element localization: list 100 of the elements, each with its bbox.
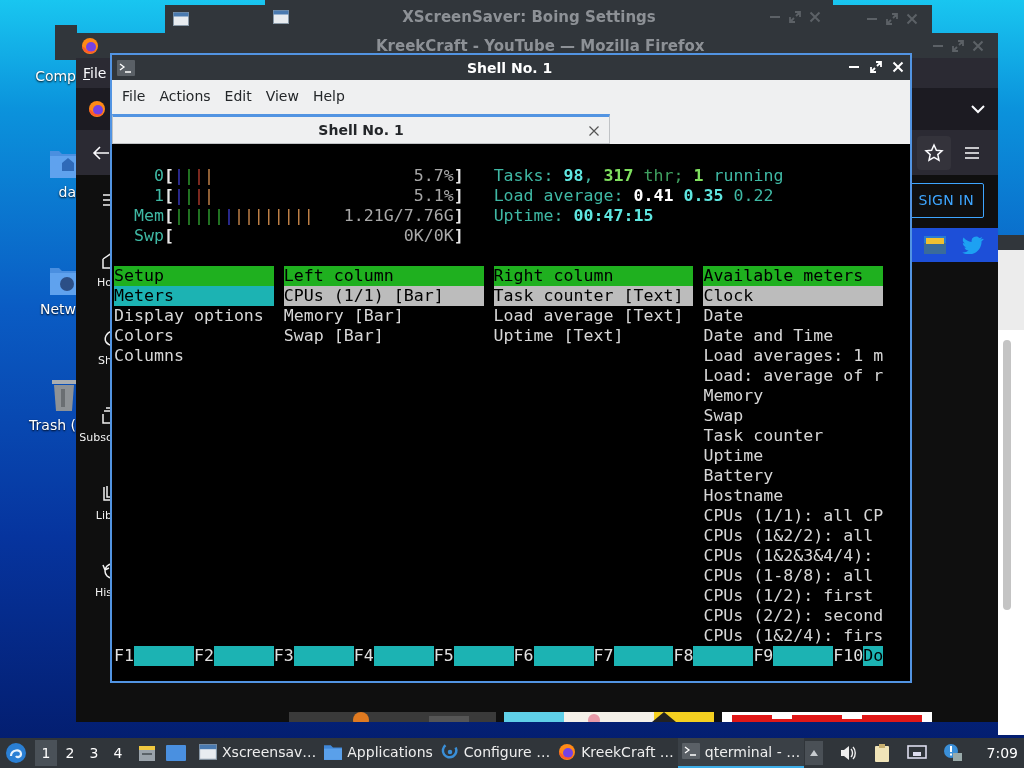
- function-key[interactable]: F10: [833, 646, 864, 666]
- menu-item[interactable]: View: [259, 85, 305, 107]
- taskbar-button[interactable]: Configure …: [436, 738, 555, 768]
- panel-item[interactable]: Memory: [703, 386, 884, 406]
- sidebar-icon[interactable]: [102, 484, 112, 502]
- summary-line: Uptime: 00:47:15: [493, 206, 655, 226]
- taskbar-button[interactable]: Applications: [320, 738, 437, 768]
- desktop-icon-label[interactable]: Netw: [39, 299, 76, 320]
- panel-item[interactable]: CPUs (1&2/2): all: [703, 526, 884, 546]
- image-icon: [924, 236, 946, 254]
- panel-item[interactable]: CPUs (1-8/8): all: [703, 566, 884, 586]
- scrollbar-thumb[interactable]: [1003, 340, 1011, 610]
- menu-item[interactable]: File: [116, 85, 152, 107]
- function-key[interactable]: F2: [193, 646, 214, 666]
- tray-expand-button[interactable]: [804, 741, 823, 765]
- app-icon: [81, 36, 99, 55]
- function-key[interactable]: F9: [753, 646, 774, 666]
- app-icon: [558, 743, 577, 761]
- panel-item[interactable]: CPUs (1&2&3&4/4):: [703, 546, 884, 566]
- panel-header: Left column: [283, 266, 484, 286]
- start-menu-icon[interactable]: [5, 742, 27, 764]
- taskbar-button[interactable]: KreekCraft …: [554, 738, 678, 768]
- panel-item[interactable]: Task counter [Text]: [493, 286, 694, 306]
- panel-item[interactable]: Swap: [703, 406, 884, 426]
- function-key[interactable]: F1: [114, 646, 134, 666]
- panel-item[interactable]: Columns: [114, 346, 274, 366]
- panel-item[interactable]: Colors: [114, 326, 274, 346]
- menu-item[interactable]: Actions: [153, 85, 217, 107]
- clock[interactable]: 7:09: [986, 742, 1018, 764]
- tab-favicon-icon: [88, 100, 106, 118]
- workspace-button[interactable]: 1: [35, 740, 57, 766]
- desktop-icon[interactable]: [165, 743, 187, 763]
- function-key-label[interactable]: Do: [863, 646, 884, 666]
- window-icon: [173, 12, 189, 26]
- desktop-icon-label[interactable]: Trash (: [29, 415, 76, 436]
- panel-item[interactable]: Hostname: [703, 486, 884, 506]
- function-key[interactable]: F5: [433, 646, 454, 666]
- panel-item[interactable]: Load averages: 1 m: [703, 346, 884, 366]
- panel-item[interactable]: Uptime [Text]: [493, 326, 694, 346]
- volume-icon[interactable]: [838, 744, 857, 762]
- panel-item[interactable]: CPUs (1&2/4): firs: [703, 626, 884, 646]
- bird-icon[interactable]: [962, 236, 984, 254]
- panel-item[interactable]: Load: average of r: [703, 366, 884, 386]
- panel-header: Right column: [493, 266, 694, 286]
- meter-line: Mem[|||||||||||||| 1.21G/7.76G]: [132, 206, 465, 226]
- terminal-tab[interactable]: Shell No. 1: [112, 114, 610, 144]
- back-arrow-icon[interactable]: [92, 144, 110, 161]
- panel-item[interactable]: CPUs (1/1): all CP: [703, 506, 884, 526]
- sidebar-icon[interactable]: [102, 407, 112, 424]
- menu-item[interactable]: Edit: [218, 85, 258, 107]
- desktop-icon-label[interactable]: da: [58, 182, 76, 203]
- terminal-icon: [681, 743, 700, 761]
- summary-line: Tasks: 98, 317 thr; 1 running: [493, 166, 784, 186]
- window-title: XScreenSaver: Boing Settings: [402, 6, 656, 28]
- panel-item[interactable]: Meters: [114, 286, 274, 306]
- file-cabinet-icon[interactable]: [137, 743, 157, 763]
- function-key-label[interactable]: [613, 646, 674, 666]
- panel-item[interactable]: Date and Time: [703, 326, 884, 346]
- function-key[interactable]: F4: [353, 646, 374, 666]
- clock-icon[interactable]: [102, 562, 112, 579]
- panel-item[interactable]: Task counter: [703, 426, 884, 446]
- meter-line: Swp[ 0K/0K]: [132, 226, 465, 246]
- panel-item[interactable]: Clock: [703, 286, 884, 306]
- function-key[interactable]: F8: [673, 646, 694, 666]
- menu-item[interactable]: File: [83, 62, 107, 84]
- panel-item[interactable]: Date: [703, 306, 884, 326]
- notification-icon[interactable]: [942, 743, 963, 763]
- network-icon[interactable]: [906, 744, 927, 762]
- folder-icon: [324, 743, 343, 761]
- function-key[interactable]: F6: [513, 646, 534, 666]
- panel-item[interactable]: CPUs (1/2): first: [703, 586, 884, 606]
- swirl-icon: [440, 743, 459, 761]
- sidebar-label[interactable]: Subsc: [79, 430, 112, 447]
- taskbar-button[interactable]: qterminal - …: [677, 738, 805, 768]
- panel-item[interactable]: Battery: [703, 466, 884, 486]
- panel-item[interactable]: Uptime: [703, 446, 884, 466]
- window-title: Shell No. 1: [467, 59, 553, 78]
- panel-item[interactable]: Swap [Bar]: [283, 326, 484, 346]
- taskbar-button[interactable]: Xscreensav…: [195, 738, 321, 768]
- function-key[interactable]: F7: [593, 646, 614, 666]
- terminal-icon: [117, 59, 135, 76]
- panel-item[interactable]: Load average [Text]: [493, 306, 694, 326]
- panel-item[interactable]: CPUs (1/1) [Bar]: [283, 286, 484, 306]
- workspace-button[interactable]: 4: [107, 740, 129, 766]
- panel-item[interactable]: CPUs (2/2): second: [703, 606, 884, 626]
- meter-line: 0[|||| 5.7%]: [152, 166, 465, 186]
- close-icon[interactable]: [588, 125, 600, 137]
- workspace-button[interactable]: 2: [59, 740, 81, 766]
- trash-icon[interactable]: [50, 378, 76, 413]
- window-icon: [273, 10, 289, 24]
- panel-item[interactable]: Display options: [114, 306, 274, 326]
- panel-item[interactable]: Memory [Bar]: [283, 306, 484, 326]
- triangle-up-icon: [808, 748, 819, 758]
- menu-icon[interactable]: [963, 144, 981, 161]
- function-key[interactable]: F3: [273, 646, 294, 666]
- bookmark-button[interactable]: [917, 135, 951, 170]
- workspace-button[interactable]: 3: [83, 740, 105, 766]
- panel-header: Setup: [114, 266, 274, 286]
- menu-item[interactable]: Help: [306, 85, 351, 107]
- clipboard-icon[interactable]: [872, 743, 891, 763]
